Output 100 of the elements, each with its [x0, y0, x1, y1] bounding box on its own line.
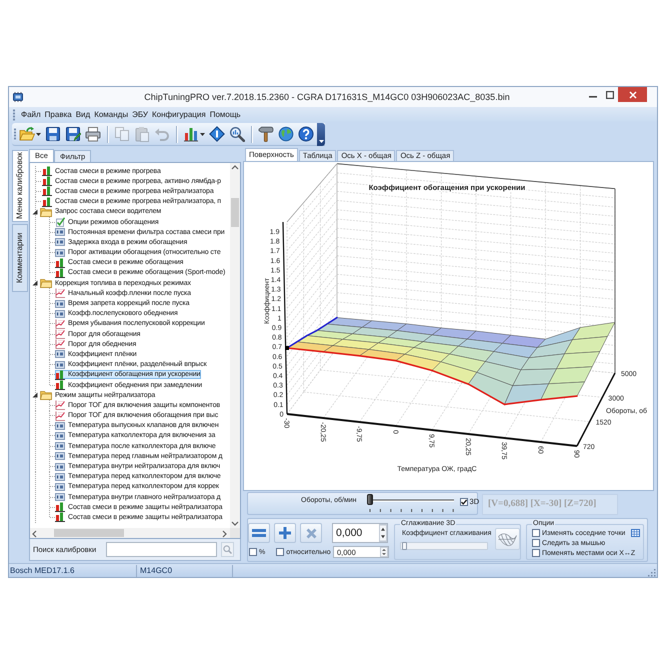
line-graph-icon [55, 339, 65, 350]
scrollbar-thumb[interactable] [54, 529, 124, 537]
surface-patch [432, 328, 476, 340]
surface-patch [396, 324, 442, 336]
number-tile-icon [55, 248, 65, 257]
hammer-icon [258, 126, 274, 142]
chip-icon [12, 92, 24, 102]
x-mark-icon [306, 528, 316, 538]
slider-track[interactable] [400, 542, 488, 550]
slider-thumb[interactable] [402, 542, 407, 550]
menu-item[interactable]: ЭБУ [130, 108, 150, 121]
side-tab[interactable]: Меню калибровок [12, 150, 28, 222]
floppy-disk-pencil-icon [65, 126, 81, 142]
equals-icon [252, 529, 266, 537]
checkbox[interactable] [276, 548, 284, 556]
copy-icon [114, 126, 130, 142]
menu-item[interactable]: Правка [42, 108, 74, 121]
bar-chart-icon [42, 196, 52, 207]
surface-patch [422, 334, 468, 346]
toolbar-button[interactable] [208, 124, 226, 144]
surface-patch [378, 337, 424, 348]
resize-grip-icon[interactable] [647, 568, 656, 577]
surface-patch [466, 330, 512, 344]
window-title: ChipTuningPRO ver.7.2018.15.2360 - CGRA D171631S_M14GC0 03H906023AC_8035.bin [144, 91, 510, 104]
menu-item[interactable]: Помощь [208, 108, 243, 121]
toolbar-button[interactable] [64, 124, 82, 144]
toolbar-button[interactable] [257, 124, 275, 144]
plus-button[interactable] [274, 523, 296, 543]
bar-chart-icon [55, 502, 65, 512]
search-icon [223, 545, 232, 554]
surface-patch [322, 345, 370, 357]
triangle-icon[interactable] [32, 280, 38, 286]
surface-patch [556, 351, 600, 370]
line-graph-icon [55, 329, 65, 340]
chevron-up-icon[interactable] [230, 163, 240, 172]
close-button[interactable] [618, 87, 647, 102]
checkbox[interactable] [249, 548, 257, 556]
bar-chart-icon [42, 166, 52, 176]
bar-chart-icon [42, 186, 52, 196]
vertical-scrollbar[interactable] [230, 163, 240, 528]
folder-icon [40, 390, 52, 400]
horizontal-scrollbar[interactable] [30, 528, 230, 538]
toolbar-overflow-button[interactable] [317, 122, 325, 146]
bar-chart-icon [55, 380, 65, 390]
toolbar-button[interactable] [228, 124, 246, 144]
menu-item[interactable]: Файл [19, 108, 43, 121]
caret-icon[interactable] [36, 132, 41, 136]
maximize-icon [606, 90, 614, 98]
scrollbar-thumb[interactable] [231, 198, 239, 227]
toolbar-button[interactable] [84, 124, 102, 144]
toolbar-button[interactable] [277, 124, 295, 144]
menu-item[interactable]: Команды [92, 108, 130, 121]
surface-patch [362, 320, 407, 331]
toolbar-button[interactable] [44, 124, 62, 144]
plus-icon [279, 527, 291, 539]
folder-arrow-icon [19, 126, 35, 142]
line-graph-icon [55, 410, 65, 421]
surface-patch [548, 366, 592, 384]
line-graph-icon [55, 400, 65, 410]
surface-patch [352, 327, 398, 338]
grid-icon[interactable] [631, 529, 640, 537]
number-tile-icon [55, 360, 65, 369]
menu-item[interactable]: Вид [74, 108, 92, 121]
magnifier-icon [229, 126, 245, 142]
side-tab[interactable]: Комментарии [12, 224, 28, 292]
surface-patch [494, 343, 538, 358]
equals-button[interactable] [248, 523, 270, 543]
surface-mesh-icon [498, 532, 518, 546]
spinner-arrows-icon[interactable] [379, 524, 387, 542]
chevron-down-icon[interactable] [230, 519, 240, 528]
triangle-icon[interactable] [32, 392, 38, 398]
triangle-icon[interactable] [32, 208, 38, 215]
number-tile-icon [55, 432, 65, 440]
surface-patch [572, 322, 616, 340]
toolbar-button[interactable] [297, 124, 315, 144]
checkbox[interactable] [532, 529, 540, 537]
search-field[interactable] [106, 542, 217, 557]
caret-icon [318, 140, 324, 142]
number-tile-icon [55, 493, 65, 502]
scrollbar-corner [230, 528, 240, 538]
diamond-icon [209, 126, 225, 142]
checkbox[interactable] [532, 549, 540, 557]
slider-thumb[interactable] [366, 494, 373, 505]
undo-icon [154, 126, 170, 142]
line-graph-icon [55, 318, 65, 329]
number-tile-icon [55, 462, 65, 471]
bar-chart-icon [183, 126, 199, 142]
checkbox[interactable] [532, 539, 540, 547]
spinner-arrows-icon[interactable] [380, 547, 388, 557]
smooth-button[interactable] [495, 528, 520, 550]
number-tile-icon [55, 422, 65, 430]
surface-patch [332, 339, 379, 350]
status-text: M14GC0 [140, 566, 172, 575]
checkbox[interactable] [460, 498, 468, 506]
menu-item[interactable]: Конфигурация [150, 108, 208, 121]
caret-icon[interactable] [200, 132, 205, 136]
number-tile-icon [55, 228, 65, 236]
bar-chart-icon [55, 258, 65, 268]
number-tile-icon [55, 350, 65, 358]
number-field[interactable]: 0,000 [332, 523, 388, 543]
